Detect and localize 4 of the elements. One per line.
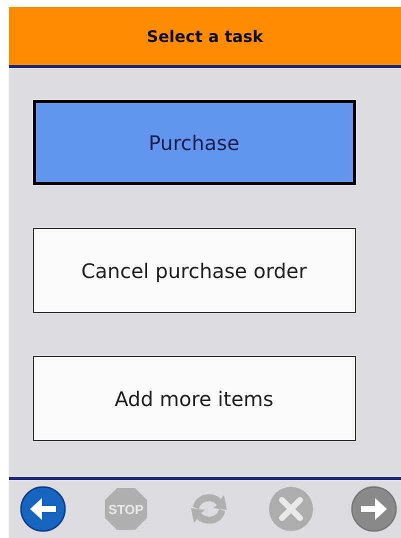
task-button[interactable]: Add more items [32, 356, 356, 441]
task-button[interactable]: Cancel purchase order [32, 228, 356, 313]
task-button[interactable]: Purchase [32, 100, 356, 185]
page-title: Select a task [146, 26, 264, 46]
